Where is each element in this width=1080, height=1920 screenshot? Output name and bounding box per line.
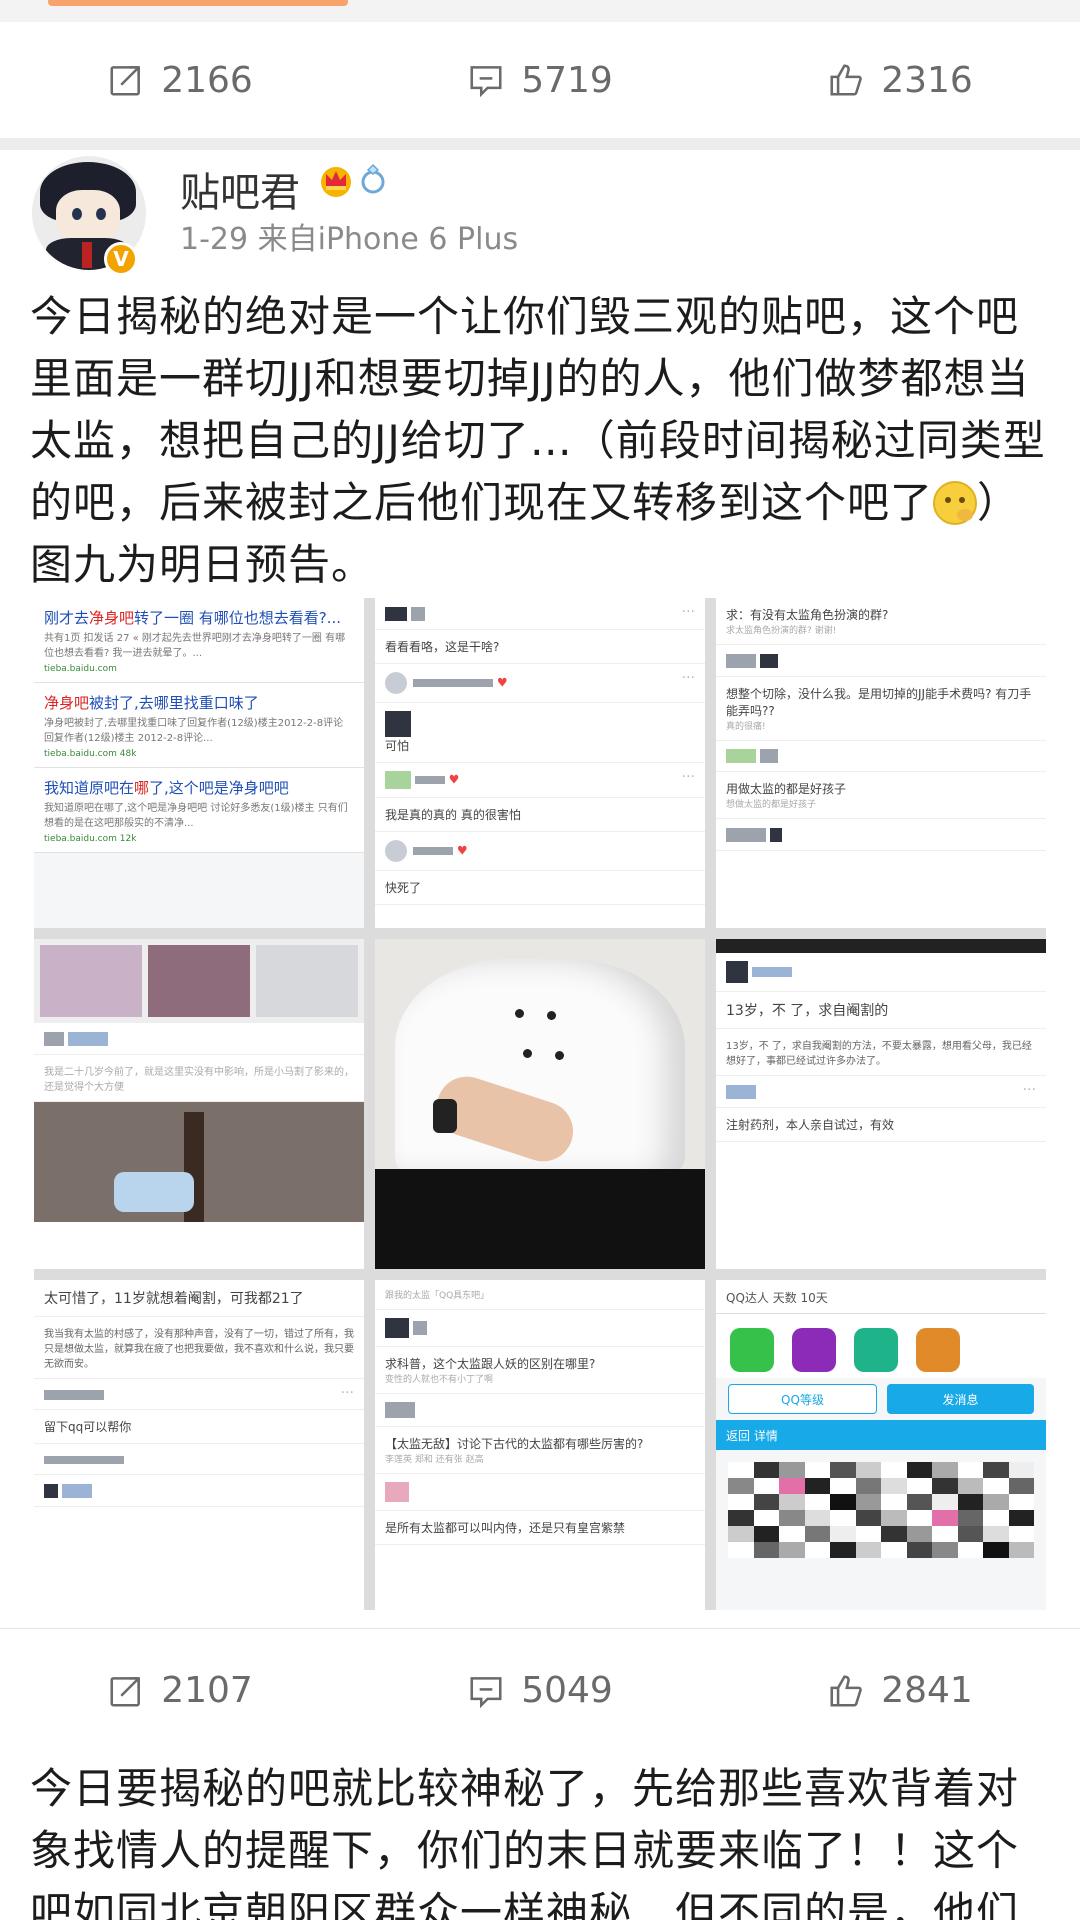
comment-button[interactable]: 5049 (360, 1670, 720, 1711)
image-grid: 刚才去净身吧转了一圈 有哪位也想去看看?... 共有1页 扣发话 27 « 刚才… (34, 598, 1046, 1610)
verified-icon: V (104, 242, 138, 276)
repost-icon (110, 1676, 141, 1707)
comment-icon (470, 1676, 502, 1708)
search-result: 我知道原吧在哪了,这个吧是净身吧吧 我知道原吧在哪了,这个吧是净身吧吧 讨论好多… (34, 768, 364, 853)
post-text-body: 今日揭秘的绝对是一个让你们毁三观的贴吧，这个吧里面是一群切JJ和想要切掉JJ的的… (30, 292, 1046, 527)
author-name[interactable]: 贴吧君 (180, 160, 300, 218)
grid-image-1[interactable]: 刚才去净身吧转了一圈 有哪位也想去看看?... 共有1页 扣发话 27 « 刚才… (34, 598, 364, 928)
like-icon (830, 1674, 863, 1707)
comment-button[interactable]: 5719 (360, 60, 720, 101)
next-post-text: 今日要揭秘的吧就比较神秘了，先给那些喜欢背着对象找情人的提醒下，你们的末日就要来… (30, 1764, 1020, 1920)
emoji-icon (933, 481, 978, 525)
grid-image-4[interactable]: 我是二十几岁今前了，就是这里实没有中影响，所是小马割了影来的，还是觉得个大方便 (34, 939, 364, 1269)
like-button[interactable]: 2841 (720, 1670, 1080, 1711)
repost-button[interactable]: 2166 (0, 60, 360, 101)
post-header: V 贴吧君 1-29 来自iPhone 6 Plus (0, 150, 1080, 276)
grid-image-6[interactable]: 13岁，不 了，求自阉割的 13岁，不 了，求自我阉割的方法，不要太暴露，想用看… (716, 939, 1046, 1269)
grid-image-5[interactable] (375, 939, 705, 1269)
like-count: 2316 (881, 59, 973, 101)
comment-count: 5719 (521, 59, 613, 101)
search-result: 净身吧被封了,去哪里找重口味了 净身吧被封了,去哪里找重口味了回复作者(12级)… (34, 683, 364, 768)
repost-count: 2107 (161, 1670, 253, 1711)
crown-icon (321, 167, 351, 197)
post1-action-bar: 2166 5719 2316 (0, 22, 1080, 150)
like-count: 2841 (881, 1670, 973, 1711)
comment-count: 5049 (521, 1670, 613, 1711)
grid-image-7[interactable]: 太可惜了，11岁就想着阉割，可我都21了 我当我有太监的村感了，没有那种声音，没… (34, 1280, 364, 1610)
post-meta: 1-29 来自iPhone 6 Plus (180, 222, 519, 257)
grid-image-3[interactable]: 求：有没有太监角色扮演的群? 求太监角色扮演的群? 谢谢! 想整个切除，没什么我。… (716, 598, 1046, 928)
post2-action-bar: 2107 5049 2841 (0, 1628, 1080, 1752)
repost-button[interactable]: 2107 (0, 1670, 360, 1711)
grid-image-2[interactable]: ··· 看看看咯，这是干啥? ♥ ··· 可怕 ♥ ··· 我是真的真的 真的很害怕… (375, 598, 705, 928)
grid-image-8[interactable]: 跟我的太监「QQ具东吧」 求科普，这个太监跟人妖的区别在哪里? 变性的人就也不有小… (375, 1280, 705, 1610)
post-text: 今日揭秘的绝对是一个让你们毁三观的贴吧，这个吧里面是一群切JJ和想要切掉JJ的的… (30, 286, 1050, 596)
ring-icon (361, 163, 385, 194)
grid-image-9[interactable]: QQ达人 天数 10天 QQ等级 发消息 返回 详情 (716, 1280, 1046, 1610)
previous-post-accent (48, 0, 348, 6)
like-icon (830, 64, 863, 96)
repost-icon (110, 66, 141, 96)
previous-post-edge (0, 0, 1080, 22)
like-button[interactable]: 2316 (720, 60, 1080, 101)
repost-count: 2166 (161, 59, 253, 101)
search-result: 刚才去净身吧转了一圈 有哪位也想去看看?... 共有1页 扣发话 27 « 刚才… (34, 598, 364, 683)
comment-icon (470, 66, 502, 98)
